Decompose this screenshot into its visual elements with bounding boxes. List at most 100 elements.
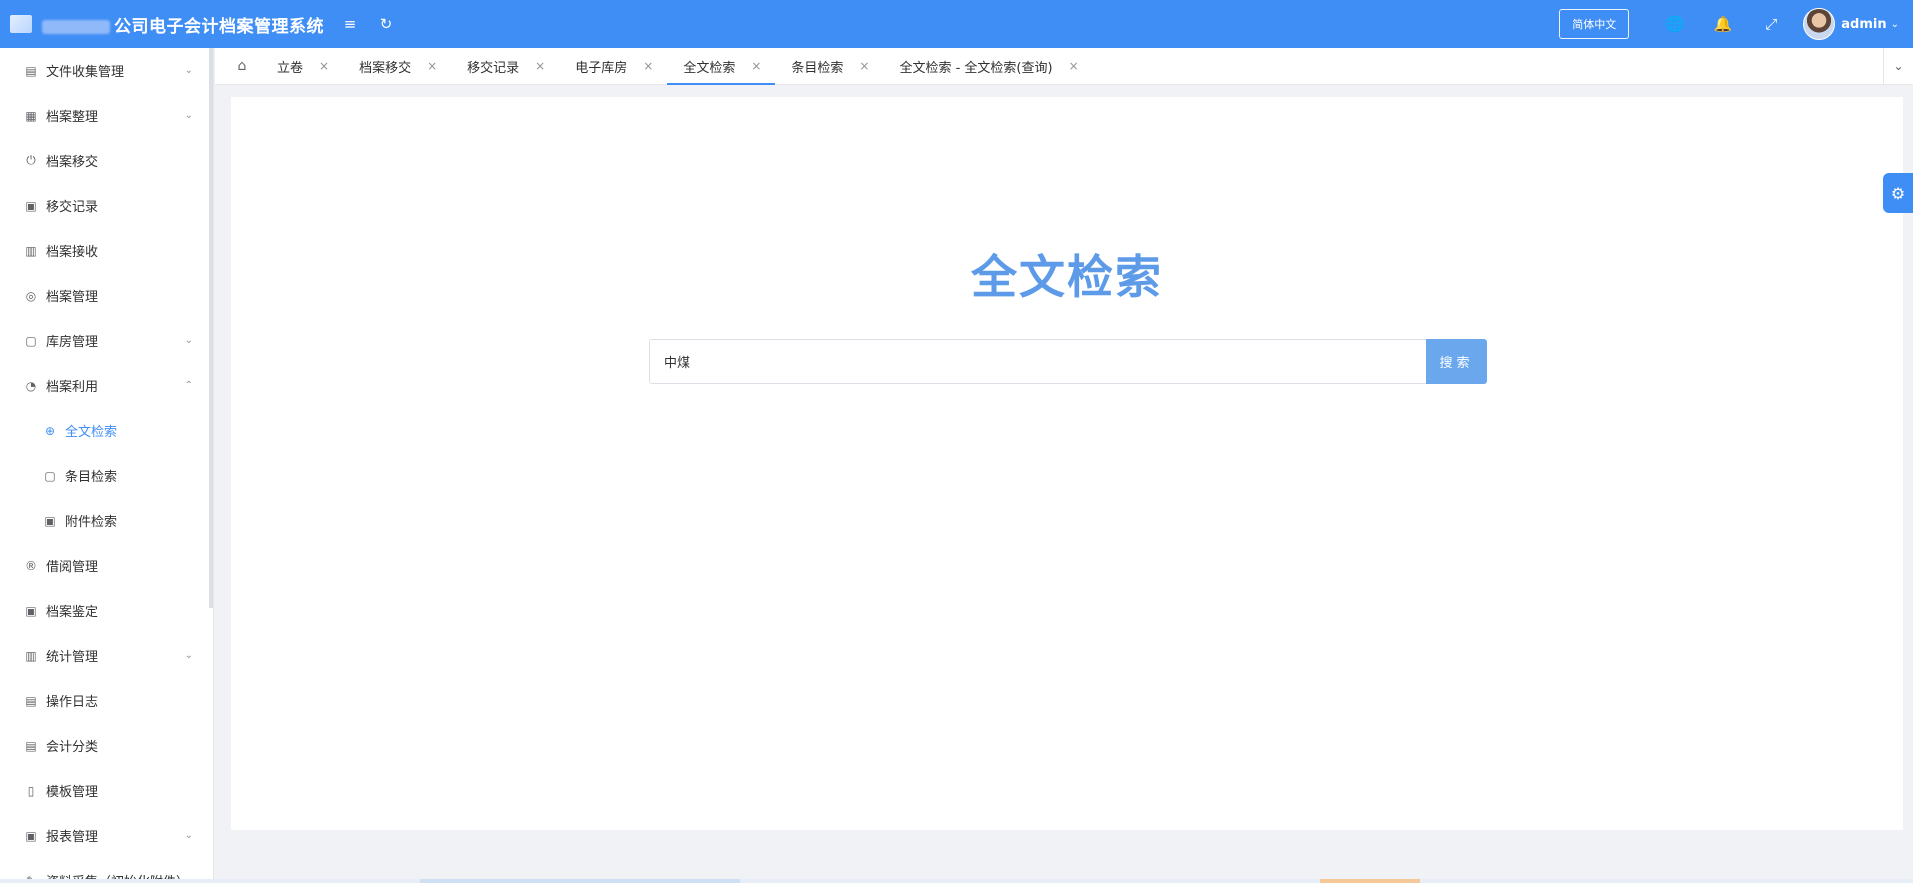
sidebar-item-label: 档案移交 — [46, 155, 99, 170]
sidebar-item-appraisal[interactable]: ▣ 档案鉴定 — [0, 588, 213, 633]
sidebar-item-statistics[interactable]: ▥ 统计管理 ⌄ — [0, 633, 213, 678]
sidebar-item-label: 移交记录 — [46, 200, 99, 215]
sidebar-item-fulltext-search[interactable]: ⊕ 全文检索 — [0, 408, 213, 453]
sidebar-item-label: 文件收集管理 — [46, 65, 125, 80]
sidebar-scrollbar[interactable] — [209, 48, 213, 608]
sidebar-item-file-collection[interactable]: ▤ 文件收集管理 ⌄ — [0, 48, 213, 93]
sidebar-item-label: 库房管理 — [46, 335, 99, 350]
sidebar-item-warehouse[interactable]: ▢ 库房管理 ⌄ — [0, 318, 213, 363]
tab-label: 档案移交 — [359, 60, 412, 76]
search-input[interactable] — [649, 339, 1426, 384]
tab-volume[interactable]: 立卷 × — [261, 48, 343, 85]
tab-archive-transfer[interactable]: 档案移交 × — [343, 48, 451, 85]
sidebar-item-label: 附件检索 — [65, 515, 118, 530]
inbox-icon: ▥ — [25, 243, 37, 258]
list-icon: ▤ — [25, 738, 37, 753]
list-icon: ▤ — [25, 693, 37, 708]
sidebar-item-archive-receive[interactable]: ▥ 档案接收 — [0, 228, 213, 273]
table-icon: ▢ — [44, 468, 56, 483]
search-button[interactable]: 搜索 — [1426, 339, 1487, 384]
sidebar-item-entry-search[interactable]: ▢ 条目检索 — [0, 453, 213, 498]
bell-icon[interactable]: 🔔 — [1699, 0, 1747, 48]
user-name[interactable]: admin — [1841, 17, 1886, 32]
sidebar-item-transfer-records[interactable]: ▣ 移交记录 — [0, 183, 213, 228]
sidebar-item-attachment-search[interactable]: ▣ 附件检索 — [0, 498, 213, 543]
sidebar-item-archive-use[interactable]: ◔ 档案利用 ⌃ — [0, 363, 213, 408]
document-search-icon: ▣ — [25, 603, 37, 618]
sidebar-item-archive-organize[interactable]: ▦ 档案整理 ⌄ — [0, 93, 213, 138]
sidebar-item-label: 档案管理 — [46, 290, 99, 305]
search-box: 搜索 — [649, 339, 1487, 384]
menu-toggle-icon[interactable]: ≡ — [332, 0, 368, 48]
close-icon[interactable]: × — [643, 59, 653, 73]
header-right: 简体中文 🌐 🔔 ⤢ admin ⌄ — [1559, 0, 1913, 48]
system-title-text: 公司电子会计档案管理系统 — [114, 16, 324, 37]
grid-icon: ▦ — [25, 108, 37, 123]
sidebar-item-label: 全文检索 — [65, 425, 118, 440]
scrollbar-thumb[interactable] — [420, 879, 740, 883]
document-search-icon: ▣ — [25, 828, 37, 843]
page-title: 全文检索 — [971, 250, 1163, 304]
sidebar-item-label: 档案接收 — [46, 245, 99, 260]
tab-label: 条目检索 — [791, 60, 844, 76]
sidebar-item-label: 条目检索 — [65, 470, 118, 485]
chevron-down-icon[interactable]: ⌄ — [1891, 19, 1899, 30]
close-icon[interactable]: × — [319, 59, 329, 73]
system-title: 公司电子会计档案管理系统 — [42, 12, 324, 37]
tab-entry-search[interactable]: 条目检索 × — [775, 48, 883, 85]
chevron-down-icon[interactable]: ⌄ — [1883, 47, 1913, 85]
tab-fulltext-search-query[interactable]: 全文检索 - 全文检索(查询) × — [883, 48, 1092, 85]
language-button[interactable]: 简体中文 — [1559, 9, 1630, 39]
chevron-down-icon: ⌄ — [184, 65, 193, 76]
avatar[interactable] — [1803, 8, 1836, 40]
document-search-icon: ▣ — [44, 513, 56, 528]
sidebar-item-archive-manage[interactable]: ◎ 档案管理 — [0, 273, 213, 318]
close-icon[interactable]: × — [535, 59, 545, 73]
close-icon[interactable]: × — [751, 59, 761, 73]
refresh-icon[interactable]: ↻ — [368, 0, 404, 48]
tab-label: 全文检索 - 全文检索(查询) — [899, 60, 1053, 76]
top-header: 公司电子会计档案管理系统 ≡ ↻ 简体中文 🌐 🔔 ⤢ admin ⌄ — [0, 0, 1913, 48]
scrollbar-thumb-accent — [1320, 879, 1420, 883]
sidebar-item-report[interactable]: ▣ 报表管理 ⌄ — [0, 813, 213, 858]
tab-label: 电子库房 — [575, 60, 628, 76]
registered-icon: ® — [25, 558, 37, 573]
user-menu[interactable]: admin ⌄ — [1803, 8, 1899, 40]
tab-fulltext-search[interactable]: 全文检索 × — [667, 48, 776, 85]
power-icon: ⏻ — [26, 153, 36, 167]
sidebar-item-label: 借阅管理 — [46, 560, 99, 575]
sidebar-item-label: 统计管理 — [46, 650, 99, 665]
close-icon[interactable]: × — [427, 59, 437, 73]
chevron-up-icon: ⌃ — [184, 380, 193, 391]
logo-mark — [10, 15, 32, 33]
main-content: 全文检索 搜索 — [231, 97, 1903, 830]
tabs-bar: ⌂ 立卷 × 档案移交 × 移交记录 × 电子库房 × 全文检索 × 条目检索 … — [215, 47, 1913, 85]
copy-icon: ▯ — [27, 783, 35, 798]
app-logo — [0, 0, 42, 48]
sidebar-item-archive-transfer[interactable]: ⏻ 档案移交 — [0, 138, 213, 183]
redacted-company-name — [42, 19, 110, 34]
sidebar-item-operation-log[interactable]: ▤ 操作日志 — [0, 678, 213, 723]
sidebar-item-template[interactable]: ▯ 模板管理 — [0, 768, 213, 813]
sidebar: ▤ 文件收集管理 ⌄ ▦ 档案整理 ⌄ ⏻ 档案移交 ▣ 移交记录 ▥ 档案接收… — [0, 48, 214, 883]
close-icon[interactable]: × — [1069, 59, 1079, 73]
tab-electronic-warehouse[interactable]: 电子库房 × — [559, 48, 667, 85]
home-icon[interactable]: ⌂ — [223, 48, 261, 85]
sidebar-item-label: 会计分类 — [46, 740, 99, 755]
sidebar-item-accounting-category[interactable]: ▤ 会计分类 — [0, 723, 213, 768]
gear-icon[interactable]: ⚙ — [1883, 173, 1913, 213]
globe-icon[interactable]: 🌐 — [1651, 0, 1699, 48]
globe-icon: ⊕ — [44, 423, 56, 438]
sidebar-item-label: 模板管理 — [46, 785, 99, 800]
circle-icon: ◎ — [25, 288, 37, 303]
sidebar-item-label: 操作日志 — [46, 695, 99, 710]
sidebar-item-label: 档案整理 — [46, 110, 99, 125]
sidebar-item-label: 档案鉴定 — [46, 605, 99, 620]
fullscreen-icon[interactable]: ⤢ — [1747, 0, 1795, 48]
bottom-scrollbar[interactable] — [0, 879, 1913, 883]
sidebar-item-borrow[interactable]: ® 借阅管理 — [0, 543, 213, 588]
document-icon: ▣ — [25, 198, 37, 213]
tab-transfer-records[interactable]: 移交记录 × — [451, 48, 559, 85]
close-icon[interactable]: × — [859, 59, 869, 73]
warehouse-icon: ▢ — [25, 333, 37, 348]
